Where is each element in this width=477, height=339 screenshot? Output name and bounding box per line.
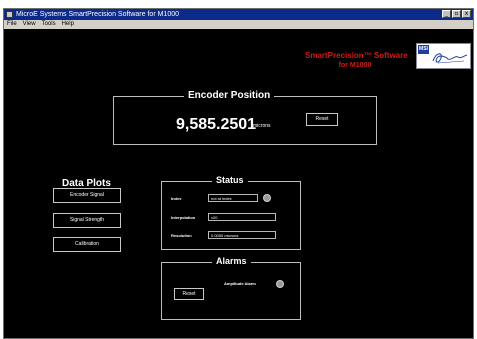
alarms-panel: Alarms Reset Amplitude Alarm xyxy=(161,256,301,320)
logo-badge: MSI xyxy=(418,45,429,54)
encoder-signal-button[interactable]: Encoder Signal xyxy=(53,188,121,203)
signal-strength-button[interactable]: Signal Strength xyxy=(53,213,121,228)
close-button[interactable]: x xyxy=(462,10,471,18)
index-indicator-led xyxy=(263,194,271,202)
resolution-field: 0.0050 microns xyxy=(208,231,276,239)
main-panel: SmartPrecision™ Software for M1000 MSI E… xyxy=(4,29,473,338)
logo-signature-icon xyxy=(432,53,468,64)
calibration-button[interactable]: Calibration xyxy=(53,237,121,252)
alarms-title: Alarms xyxy=(212,256,251,267)
encoder-reset-button[interactable]: Reset xyxy=(306,113,338,126)
minimize-button[interactable]: _ xyxy=(442,10,451,18)
resolution-label: Resolution xyxy=(171,233,192,238)
status-panel: Status Index not at index Interpolation … xyxy=(161,175,301,250)
brand-heading: SmartPrecision™ Software for M1000 xyxy=(305,51,408,70)
amplitude-alarm-label: Amplitude Alarm xyxy=(224,281,256,286)
encoder-position-unit: microns xyxy=(253,123,271,129)
index-field: not at index xyxy=(208,194,258,202)
window-title: MicroE Systems SmartPrecision Software f… xyxy=(16,11,179,18)
app-window: MicroE Systems SmartPrecision Software f… xyxy=(3,8,474,339)
menu-view[interactable]: View xyxy=(20,20,39,29)
encoder-position-value: 9,585.2501 xyxy=(176,116,257,133)
brand-product-name: SmartPrecision™ Software xyxy=(305,51,408,60)
encoder-position-title: Encoder Position xyxy=(184,90,275,102)
interpolation-field: x20 xyxy=(208,213,276,221)
app-icon xyxy=(6,11,13,18)
menu-help[interactable]: Help xyxy=(59,20,77,29)
menu-bar: File View Tools Help xyxy=(4,20,473,29)
window-controls: _ ▫ x xyxy=(442,10,471,18)
brand-model: for M1000 xyxy=(338,62,372,69)
status-title: Status xyxy=(212,175,248,186)
company-logo: MSI xyxy=(416,43,471,69)
maximize-button[interactable]: ▫ xyxy=(452,10,461,18)
index-label: Index xyxy=(171,196,182,201)
amplitude-alarm-led xyxy=(276,280,284,288)
menu-tools[interactable]: Tools xyxy=(39,20,59,29)
menu-file[interactable]: File xyxy=(4,20,20,29)
encoder-position-panel: Encoder Position 9,585.2501 microns Rese… xyxy=(113,90,377,145)
interpolation-label: Interpolation xyxy=(171,215,196,220)
title-bar: MicroE Systems SmartPrecision Software f… xyxy=(4,9,473,20)
alarm-reset-button[interactable]: Reset xyxy=(174,288,204,300)
